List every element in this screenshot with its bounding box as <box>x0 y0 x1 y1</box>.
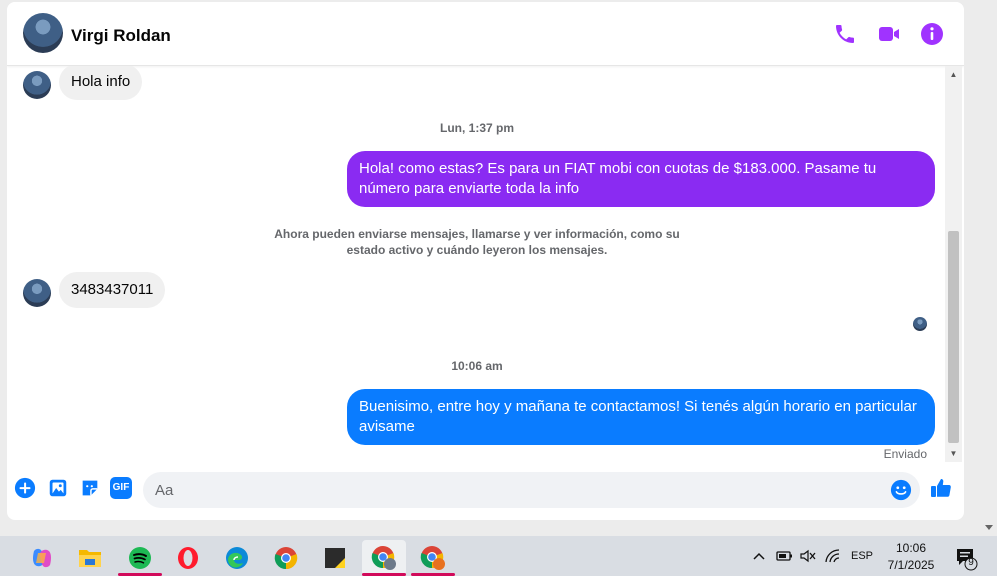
plus-icon[interactable] <box>14 477 36 499</box>
page-scroll-down-icon[interactable] <box>984 522 994 532</box>
clock-date: 7/1/2025 <box>887 558 935 572</box>
clock-time: 10:06 <box>895 541 927 555</box>
contact-avatar-small <box>23 71 51 99</box>
timestamp: Lun, 1:37 pm <box>439 121 514 135</box>
battery-icon[interactable] <box>775 548 793 564</box>
scroll-down-arrow-icon[interactable]: ▼ <box>945 445 962 462</box>
language-indicator[interactable]: ESP <box>851 550 873 562</box>
message-status: Enviado <box>883 447 927 461</box>
edge-icon[interactable] <box>215 540 259 576</box>
emoji-icon[interactable] <box>890 479 912 501</box>
seen-avatar <box>913 317 927 331</box>
wifi-icon[interactable] <box>824 548 842 564</box>
info-notice: Ahora pueden enviarse mensajes, llamarse… <box>274 227 680 257</box>
volume-muted-icon[interactable] <box>799 548 817 564</box>
copilot-icon[interactable] <box>20 540 64 576</box>
taskbar: ESP 9 <box>0 536 997 576</box>
phone-icon[interactable] <box>833 22 857 46</box>
sticky-notes-icon[interactable] <box>313 540 357 576</box>
gif-icon[interactable]: GIF <box>110 477 132 499</box>
chrome-icon[interactable] <box>264 540 308 576</box>
video-camera-icon[interactable] <box>877 22 901 46</box>
outgoing-message[interactable]: Buenisimo, entre hoy y mañana te contact… <box>347 389 935 445</box>
chrome-profile-2-icon[interactable] <box>411 540 455 576</box>
outgoing-message[interactable]: Hola! como estas? Es para un FIAT mobi c… <box>347 151 935 207</box>
spotify-icon[interactable] <box>118 540 162 576</box>
message-list: Hola info Lun, 1:37 pm Hola! como estas?… <box>7 66 945 462</box>
contact-avatar-small <box>23 279 51 307</box>
chevron-up-icon[interactable] <box>752 550 766 562</box>
notification-count: 9 <box>968 557 974 568</box>
incoming-message[interactable]: 3483437011 <box>59 272 166 308</box>
scroll-up-arrow-icon[interactable]: ▲ <box>945 66 962 83</box>
contact-name[interactable]: Virgi Roldan <box>71 26 171 46</box>
composer: GIF <box>7 464 964 516</box>
opera-icon[interactable] <box>166 540 210 576</box>
message-input[interactable] <box>155 472 885 508</box>
image-icon[interactable] <box>47 477 69 499</box>
file-explorer-icon[interactable] <box>68 540 112 576</box>
chat-header: Virgi Roldan <box>7 2 964 66</box>
clock[interactable]: 10:06 7/1/2025 <box>876 540 946 574</box>
info-icon[interactable] <box>920 22 944 46</box>
scrollbar[interactable]: ▲ ▼ <box>945 66 962 462</box>
chat-window: Virgi Roldan Hola info Lun, 1:37 pm Hola… <box>7 2 964 520</box>
timestamp: 10:06 am <box>451 359 503 373</box>
message-input-box[interactable] <box>143 472 920 508</box>
scroll-thumb[interactable] <box>948 231 959 443</box>
incoming-message[interactable]: Hola info <box>59 66 143 100</box>
sticker-icon[interactable] <box>79 477 101 499</box>
contact-avatar[interactable] <box>23 13 63 53</box>
chrome-profile-icon[interactable] <box>362 540 406 576</box>
thumbs-up-icon[interactable] <box>929 476 953 500</box>
